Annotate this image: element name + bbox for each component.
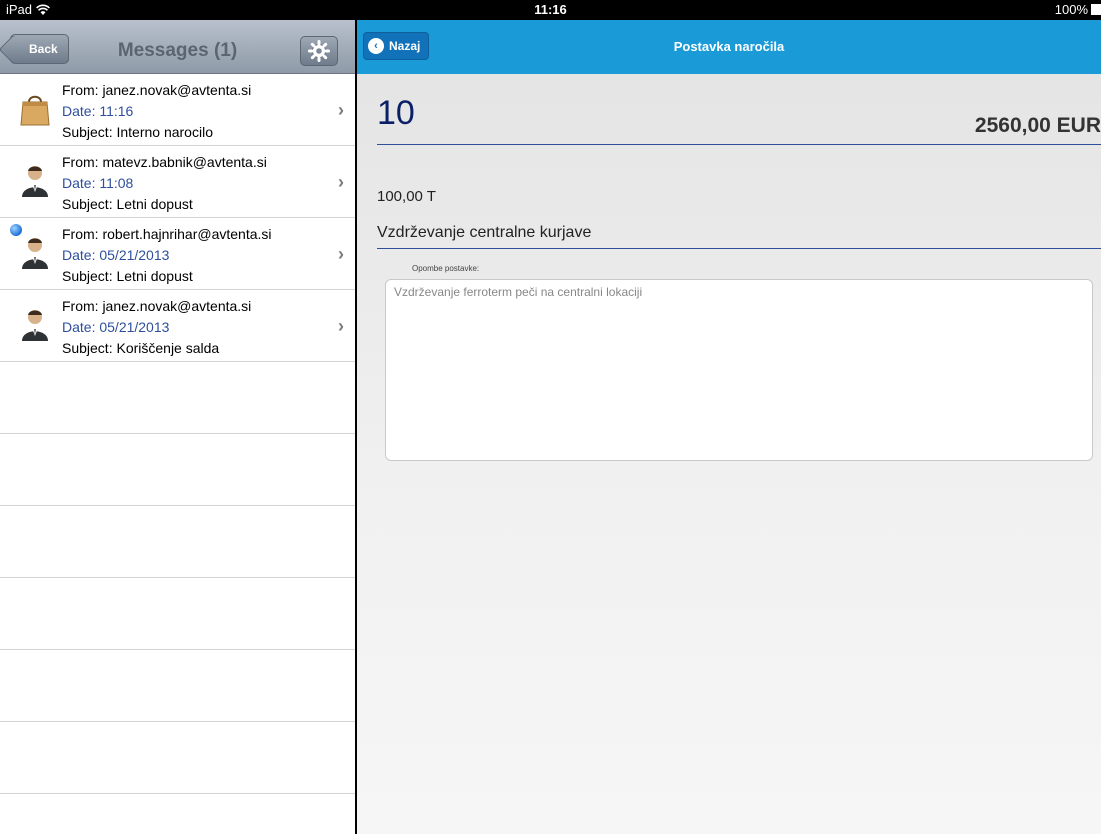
clock: 11:16 [534, 2, 567, 17]
empty-list-row [0, 722, 355, 794]
message-date: Date: 11:08 [62, 175, 134, 191]
message-subject: Subject: Interno narocilo [62, 124, 213, 140]
battery-label: 100% [1054, 2, 1088, 17]
line-number: 10 [377, 94, 415, 132]
user-icon [22, 166, 48, 197]
message-date: Date: 05/21/2013 [62, 319, 170, 335]
chevron-right-icon: › [338, 244, 344, 264]
notes-textarea[interactable]: Vzdrževanje ferroterm peči na centralni … [385, 279, 1093, 461]
settings-button[interactable] [300, 36, 338, 66]
gear-icon [308, 40, 330, 62]
messages-pane: Back Messages (1) From: janez.novak@avte… [0, 20, 356, 834]
user-icon [22, 310, 48, 341]
empty-list-row [0, 578, 355, 650]
detail-nav-bar: ‹ Nazaj Postavka naročila [357, 20, 1101, 74]
line-amount: 2560,00 EUR [974, 114, 1101, 137]
message-item[interactable]: From: janez.novak@avtenta.si Date: 05/21… [0, 290, 355, 362]
notes-label: Opombe postavke: [412, 264, 480, 273]
battery-indicator: 100% [1055, 2, 1101, 17]
divider [377, 144, 1101, 145]
message-subject: Subject: Letni dopust [62, 196, 193, 212]
message-subject: Subject: Letni dopust [62, 268, 193, 284]
shopping-bag-icon [20, 95, 50, 126]
message-item[interactable]: From: robert.hajnrihar@avtenta.si Date: … [0, 218, 355, 290]
message-item[interactable]: From: janez.novak@avtenta.si Date: 11:16… [0, 74, 355, 146]
user-icon [22, 238, 48, 269]
order-line-detail-pane: ‹ Nazaj Postavka naročila 10 2560,00 EUR… [357, 20, 1101, 834]
message-item[interactable]: From: matevz.babnik@avtenta.si Date: 11:… [0, 146, 355, 218]
chevron-right-icon: › [338, 100, 344, 120]
message-date: Date: 05/21/2013 [62, 247, 170, 263]
message-from: From: janez.novak@avtenta.si [62, 298, 252, 314]
empty-list-row [0, 506, 355, 578]
message-from: From: matevz.babnik@avtenta.si [62, 154, 267, 170]
empty-list-row [0, 362, 355, 434]
messages-nav-bar: Back Messages (1) [0, 20, 355, 74]
empty-list-row [0, 434, 355, 506]
message-list: From: janez.novak@avtenta.si Date: 11:16… [0, 74, 355, 794]
battery-icon [1091, 4, 1101, 15]
empty-list-row [0, 650, 355, 722]
status-bar: iPad 11:16 100% [0, 0, 1101, 20]
detail-title: Postavka naročila [673, 39, 785, 54]
unread-indicator-icon [10, 224, 22, 236]
line-quantity: 100,00 T [377, 188, 436, 205]
message-date: Date: 11:16 [62, 103, 134, 119]
line-description: Vzdrževanje centralne kurjave [377, 224, 592, 241]
message-subject: Subject: Koriščenje salda [62, 340, 220, 356]
chevron-right-icon: › [338, 316, 344, 336]
divider [377, 248, 1101, 249]
chevron-right-icon: › [338, 172, 344, 192]
message-from: From: robert.hajnrihar@avtenta.si [62, 226, 272, 242]
message-from: From: janez.novak@avtenta.si [62, 82, 252, 98]
